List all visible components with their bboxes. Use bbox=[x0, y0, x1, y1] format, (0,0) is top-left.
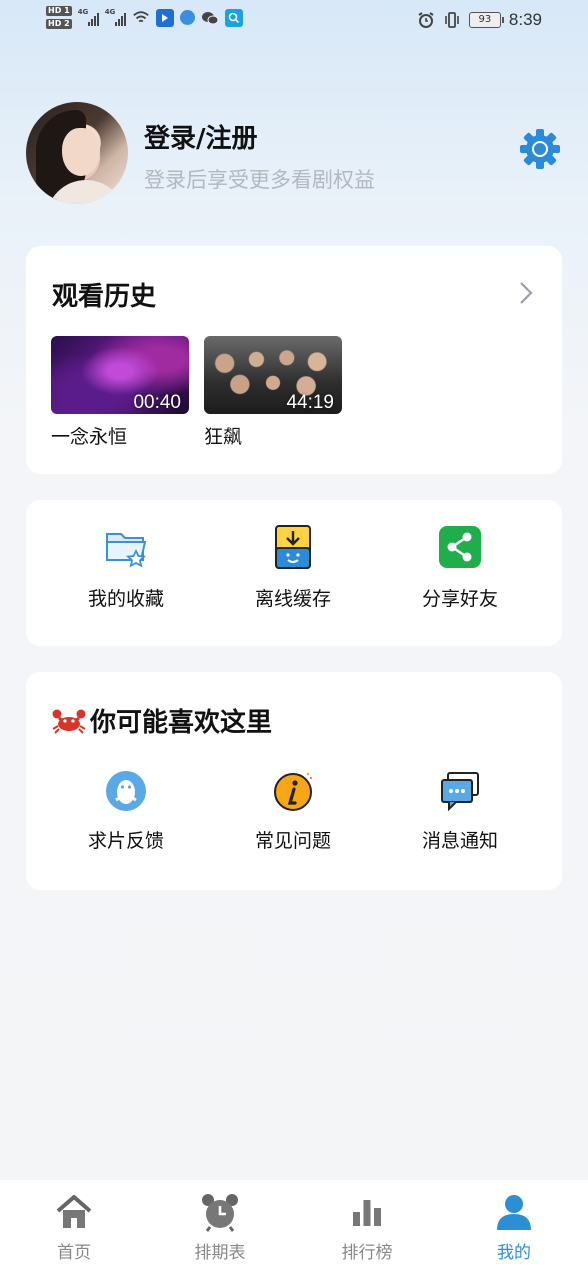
folder-star-icon bbox=[106, 533, 147, 568]
clock: 8:39 bbox=[508, 10, 542, 29]
download-icon bbox=[275, 525, 311, 569]
history-thumbnail[interactable]: 00:40 bbox=[51, 336, 189, 414]
app-notification-icon bbox=[155, 8, 174, 27]
favorites-label: 我的收藏 bbox=[87, 588, 164, 610]
crab-icon bbox=[52, 709, 86, 734]
tab-mine[interactable]: 我的 bbox=[464, 1192, 564, 1263]
alarm-status-icon bbox=[418, 12, 434, 28]
notifications-button[interactable]: 消息通知 bbox=[390, 770, 530, 853]
tab-ranking-label: 排行榜 bbox=[341, 1243, 393, 1263]
login-register-link[interactable]: 登录/注册 bbox=[144, 118, 258, 155]
request-feedback-button[interactable]: 求片反馈 bbox=[56, 770, 196, 853]
recommend-title: 你可能喜欢这里 bbox=[52, 702, 272, 739]
bottom-tab-bar: 首页 排期表 排行榜 我的 bbox=[0, 1180, 588, 1276]
share-icon bbox=[439, 526, 481, 568]
duration-label: 44:19 bbox=[286, 392, 334, 413]
faq-label: 常见问题 bbox=[254, 830, 331, 852]
recommend-title-text: 你可能喜欢这里 bbox=[90, 708, 273, 738]
tab-home[interactable]: 首页 bbox=[24, 1192, 124, 1263]
chevron-right-icon[interactable] bbox=[516, 280, 536, 306]
history-item-title[interactable]: 一念永恒 bbox=[51, 422, 127, 449]
qq-penguin-icon bbox=[106, 771, 146, 811]
message-icon bbox=[441, 772, 479, 812]
tab-schedule[interactable]: 排期表 bbox=[170, 1192, 270, 1263]
faq-button[interactable]: 常见问题 bbox=[223, 770, 363, 853]
share-friends-button[interactable]: 分享好友 bbox=[390, 524, 530, 611]
bar-chart-icon bbox=[353, 1200, 381, 1226]
offline-cache-label: 离线缓存 bbox=[254, 588, 331, 610]
tab-mine-label: 我的 bbox=[497, 1243, 531, 1263]
favorites-button[interactable]: 我的收藏 bbox=[56, 524, 196, 611]
vibrate-icon bbox=[445, 12, 459, 28]
tab-home-label: 首页 bbox=[57, 1243, 91, 1263]
alarm-clock-icon bbox=[202, 1194, 238, 1232]
signal-icon: 4G bbox=[78, 8, 99, 26]
wifi-icon bbox=[132, 10, 149, 22]
offline-cache-button[interactable]: 离线缓存 bbox=[223, 524, 363, 611]
user-icon bbox=[497, 1195, 531, 1230]
avatar[interactable] bbox=[26, 102, 128, 204]
history-item-title[interactable]: 狂飙 bbox=[204, 422, 242, 449]
tools-card: 我的收藏 离线缓存 分享好友 bbox=[26, 500, 562, 646]
share-friends-label: 分享好友 bbox=[421, 588, 498, 610]
status-bar: HD 1 HD 2 4G 4G 93 8:39 bbox=[0, 0, 588, 44]
recommend-card: 你可能喜欢这里 求片反馈 常见问题 消息通知 bbox=[26, 672, 562, 890]
home-icon bbox=[56, 1195, 92, 1228]
watch-history-card: 观看历史 00:40 一念永恒 44:19 狂飙 bbox=[26, 246, 562, 474]
battery-indicator: 93 bbox=[468, 12, 504, 28]
history-thumbnail[interactable]: 44:19 bbox=[204, 336, 342, 414]
login-subtitle: 登录后享受更多看剧权益 bbox=[144, 168, 375, 192]
search-app-icon bbox=[224, 8, 243, 27]
settings-gear-icon[interactable] bbox=[518, 127, 562, 171]
tab-schedule-label: 排期表 bbox=[194, 1243, 246, 1263]
hd2-indicator: HD 2 bbox=[46, 19, 72, 29]
wechat-icon bbox=[201, 9, 219, 27]
hd1-indicator: HD 1 bbox=[46, 6, 72, 16]
browser-notification-icon bbox=[179, 10, 195, 25]
notifications-label: 消息通知 bbox=[421, 830, 498, 852]
signal-icon-2: 4G bbox=[105, 8, 126, 26]
duration-label: 00:40 bbox=[133, 392, 181, 413]
request-feedback-label: 求片反馈 bbox=[87, 830, 164, 852]
info-icon bbox=[274, 772, 312, 811]
history-title: 观看历史 bbox=[52, 282, 157, 312]
tab-ranking[interactable]: 排行榜 bbox=[317, 1192, 417, 1263]
